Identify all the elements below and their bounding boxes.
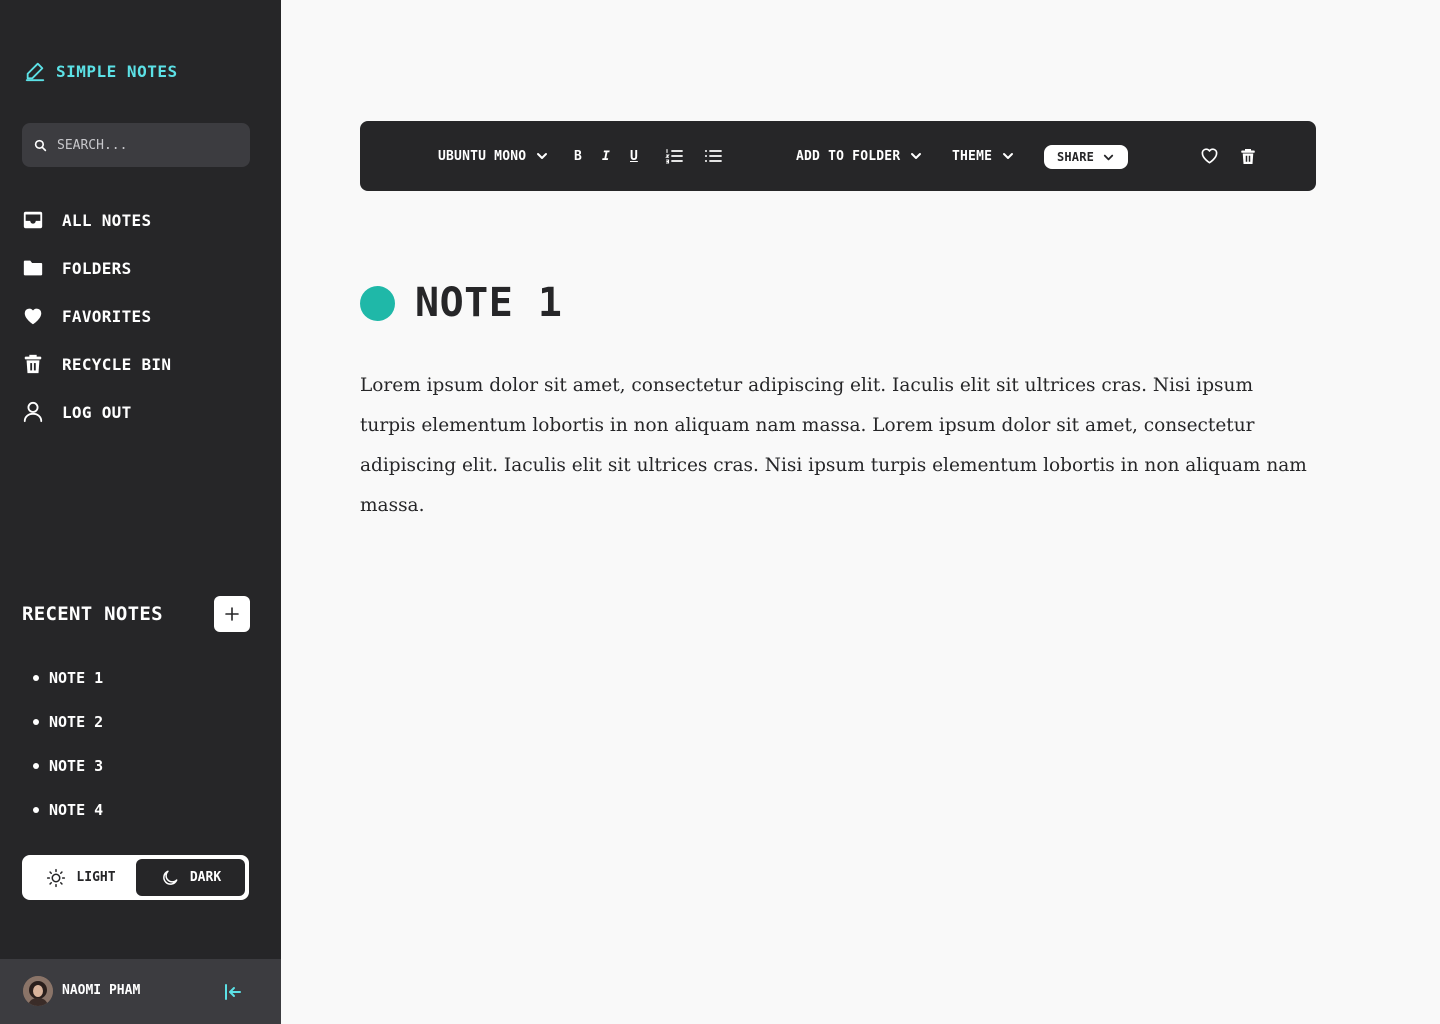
search-box[interactable] [22, 123, 250, 167]
editor-toolbar: UBUNTU MONO B I U ADD TO FOLDER THEME SH… [360, 121, 1316, 191]
dark-theme-button[interactable]: DARK [136, 859, 245, 896]
recent-note-item[interactable]: NOTE 2 [33, 700, 103, 744]
recent-note-label: NOTE 1 [49, 669, 104, 687]
nav-label: ALL NOTES [62, 210, 152, 230]
theme-select-label: THEME [952, 148, 993, 164]
font-select[interactable]: UBUNTU MONO [438, 121, 549, 191]
note-header: NOTE 1 [360, 280, 563, 326]
recent-note-item[interactable]: NOTE 1 [33, 656, 103, 700]
bullet-icon [33, 807, 39, 813]
theme-select[interactable]: THEME [952, 121, 1015, 191]
recent-note-item[interactable]: NOTE 3 [33, 744, 103, 788]
nav-item-recycle-bin[interactable]: RECYCLE BIN [22, 340, 171, 388]
share-label: SHARE [1056, 150, 1095, 164]
folder-icon [23, 260, 43, 276]
nav-item-folders[interactable]: FOLDERS [22, 244, 171, 292]
add-to-folder-select[interactable]: ADD TO FOLDER [796, 121, 923, 191]
add-to-folder-label: ADD TO FOLDER [796, 148, 901, 164]
recent-notes-list: NOTE 1 NOTE 2 NOTE 3 NOTE 4 [33, 656, 103, 832]
app-name: SIMPLE NOTES [56, 61, 178, 81]
italic-label: I [602, 148, 610, 164]
light-theme-label: LIGHT [76, 870, 116, 885]
recent-note-label: NOTE 2 [49, 713, 104, 731]
note-color-dot[interactable] [360, 285, 395, 321]
numbered-list-icon [665, 148, 683, 164]
light-theme-button[interactable]: LIGHT [26, 859, 136, 896]
heart-icon [24, 308, 42, 325]
underline-label: U [630, 148, 638, 164]
chevron-down-icon [1103, 154, 1114, 160]
search-icon [34, 139, 47, 151]
user-icon [23, 401, 43, 423]
app-logo[interactable]: SIMPLE NOTES [24, 60, 178, 82]
nav-label: FOLDERS [62, 258, 132, 278]
delete-button[interactable] [1239, 121, 1257, 191]
chevron-down-icon [911, 153, 922, 159]
share-button[interactable]: SHARE [1044, 145, 1128, 169]
avatar[interactable] [23, 976, 53, 1006]
add-note-button[interactable] [214, 596, 250, 632]
inbox-icon [23, 211, 43, 229]
favorite-button[interactable] [1199, 121, 1220, 191]
nav-label: FAVORITES [62, 306, 152, 326]
numbered-list-button[interactable] [665, 121, 683, 191]
bold-label: B [574, 148, 582, 164]
recent-note-label: NOTE 4 [49, 801, 104, 819]
nav-label: LOG OUT [62, 402, 132, 422]
bullet-icon [33, 763, 39, 769]
avatar-image [23, 976, 53, 1006]
heart-outline-icon [1201, 148, 1218, 164]
collapse-sidebar-icon[interactable] [222, 981, 244, 1003]
recent-notes-header: RECENT NOTES [22, 596, 250, 632]
user-bar: NAOMI PHAM [0, 959, 281, 1024]
chevron-down-icon [1003, 153, 1014, 159]
underline-button[interactable]: U [630, 121, 638, 191]
plus-icon [225, 607, 239, 621]
user-name: NAOMI PHAM [62, 983, 141, 998]
dark-theme-label: DARK [189, 870, 222, 885]
nav-item-favorites[interactable]: FAVORITES [22, 292, 171, 340]
theme-toggle: LIGHT DARK [22, 855, 249, 900]
sidebar: SIMPLE NOTES ALL NOTES FOLDERS FAVORITES [0, 0, 281, 1024]
pen-icon [25, 62, 45, 82]
sun-icon [47, 868, 66, 887]
moon-icon [162, 870, 178, 885]
main-nav: ALL NOTES FOLDERS FAVORITES RECYCLE BIN [22, 196, 171, 436]
italic-button[interactable]: I [602, 121, 610, 191]
font-select-label: UBUNTU MONO [438, 148, 527, 164]
note-body[interactable]: Lorem ipsum dolor sit amet, consectetur … [360, 366, 1310, 526]
trash-icon [1241, 148, 1255, 164]
search-input[interactable] [57, 137, 237, 153]
recent-note-item[interactable]: NOTE 4 [33, 788, 103, 832]
recent-note-label: NOTE 3 [49, 757, 104, 775]
bullet-list-button[interactable] [704, 121, 722, 191]
note-title[interactable]: NOTE 1 [415, 280, 563, 326]
bullet-icon [33, 719, 39, 725]
nav-label: RECYCLE BIN [62, 354, 172, 374]
nav-item-all-notes[interactable]: ALL NOTES [22, 196, 171, 244]
bullet-icon [33, 675, 39, 681]
recent-notes-title: RECENT NOTES [22, 603, 163, 625]
trash-icon [24, 354, 42, 374]
chevron-down-icon [537, 153, 548, 159]
nav-item-log-out[interactable]: LOG OUT [22, 388, 171, 436]
bold-button[interactable]: B [574, 121, 582, 191]
bullet-list-icon [705, 150, 722, 162]
